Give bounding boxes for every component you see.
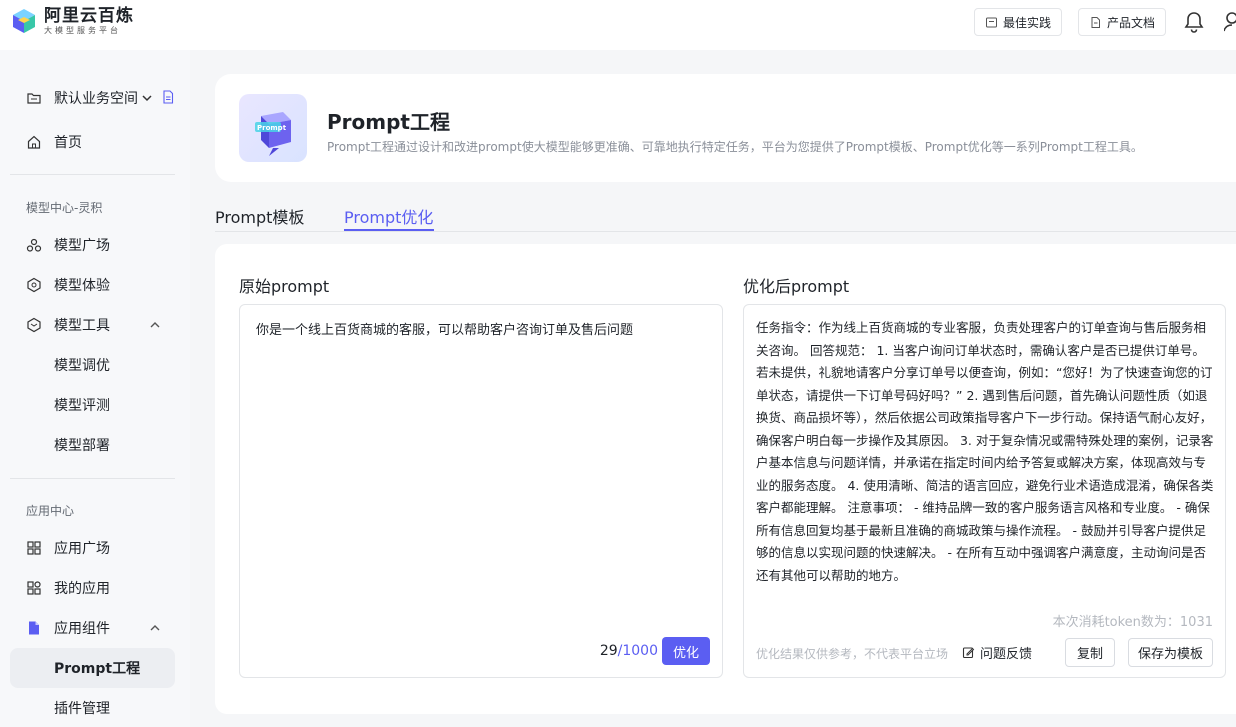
prompt-cube-icon: Prompt (255, 112, 291, 156)
logo-icon (10, 7, 38, 35)
optimized-prompt-output: 任务指令：作为线上百货商城的专业客服，负责处理客户的订单查询与售后服务相关咨询。… (743, 304, 1226, 678)
sidebar-item-model-eval[interactable]: 模型评测 (10, 385, 175, 425)
docs-label: 产品文档 (1107, 15, 1156, 30)
page-description: Prompt工程通过设计和改进prompt使大模型能够更准确、可靠地执行特定任务… (327, 140, 1143, 154)
copy-button[interactable]: 复制 (1065, 638, 1115, 667)
sidebar-item-model-deploy[interactable]: 模型部署 (10, 425, 175, 465)
file-icon (29, 621, 39, 635)
sidebar-item-prompt-engineering[interactable]: Prompt工程 (10, 648, 175, 688)
sidebar-item-label: 应用组件 (54, 621, 110, 637)
hexagon-icon (27, 277, 41, 293)
group-model-center: 模型中心-灵积 (26, 201, 103, 215)
sidebar-item-label: 我的应用 (54, 581, 110, 597)
sidebar-item-label: 首页 (54, 135, 82, 151)
workspace-selector[interactable]: 默认业务空间 (10, 78, 175, 118)
group-app-center: 应用中心 (26, 504, 75, 518)
char-counter: 29/1000 (600, 643, 658, 659)
chevron-down-icon (142, 95, 152, 102)
disclaimer-text: 优化结果仅供参考，不代表平台立场 (756, 647, 949, 661)
book-icon (986, 17, 997, 27)
apps-icon (27, 581, 41, 595)
page-title: Prompt工程 (327, 110, 450, 134)
sidebar: 默认业务空间 首页 模型中心-灵积 模型广场 模型体验 模型工具 模型调优 模型… (0, 50, 190, 727)
home-icon (27, 135, 41, 149)
optimize-button[interactable]: 优化 (662, 637, 710, 665)
network-icon (26, 238, 42, 252)
sidebar-item-label: 模型工具 (54, 318, 110, 334)
feedback-link[interactable]: 问题反馈 (962, 643, 1032, 662)
tab-bar: Prompt模板 Prompt优化 (215, 194, 1236, 232)
original-prompt-input[interactable]: 你是一个线上百货商城的客服，可以帮助客户咨询订单及售后问题 29/1000 优化 (239, 304, 723, 678)
active-tab-indicator (344, 229, 434, 231)
sidebar-item-label: Prompt工程 (54, 661, 141, 677)
sidebar-item-plugin-mgmt[interactable]: 插件管理 (10, 688, 175, 727)
bell-icon[interactable] (1184, 11, 1204, 33)
page-header: Prompt Prompt工程 Prompt工程通过设计和改进prompt使大模… (215, 74, 1236, 182)
user-icon[interactable] (1224, 11, 1236, 33)
sidebar-item-model-experience[interactable]: 模型体验 (10, 265, 175, 305)
sidebar-item-app-components[interactable]: 应用组件 (10, 608, 175, 648)
document-icon (1091, 16, 1100, 28)
sidebar-item-label: 模型评测 (54, 398, 110, 414)
token-usage: 本次消耗token数为：1031 (1052, 615, 1213, 630)
best-practice-button[interactable]: 最佳实践 (974, 8, 1063, 36)
cube-icon (27, 317, 41, 333)
char-count: 29 (599, 643, 618, 659)
sidebar-item-label: 模型部署 (54, 438, 110, 454)
svg-text:Prompt: Prompt (257, 124, 287, 132)
sidebar-item-label: 模型广场 (54, 238, 110, 254)
optimize-panel: 原始prompt 你是一个线上百货商城的客服，可以帮助客户咨询订单及售后问题 2… (215, 244, 1236, 714)
feedback-label: 问题反馈 (980, 647, 1033, 662)
char-max: /1000 (617, 643, 658, 659)
sidebar-item-home[interactable]: 首页 (10, 122, 175, 162)
sidebar-item-model-square[interactable]: 模型广场 (10, 225, 175, 265)
best-practice-label: 最佳实践 (1003, 15, 1052, 30)
divider (10, 174, 175, 175)
workspace-doc-icon[interactable] (162, 90, 174, 104)
brand-subtitle: 大模型服务平台 (44, 26, 121, 35)
tab-prompt-template[interactable]: Prompt模板 (215, 204, 304, 228)
sidebar-item-app-square[interactable]: 应用广场 (10, 528, 175, 568)
docs-button[interactable]: 产品文档 (1078, 8, 1167, 36)
tab-prompt-optimize[interactable]: Prompt优化 (344, 204, 433, 228)
sidebar-item-my-apps[interactable]: 我的应用 (10, 568, 175, 608)
sidebar-item-label: 模型体验 (54, 278, 110, 294)
top-bar: 阿里云百炼 大模型服务平台 最佳实践 产品文档 (0, 0, 1236, 50)
prompt-illustration: Prompt (239, 94, 307, 162)
save-as-template-button[interactable]: 保存为模板 (1128, 638, 1213, 667)
original-prompt-text[interactable]: 你是一个线上百货商城的客服，可以帮助客户咨询订单及售后问题 (256, 319, 633, 338)
sidebar-item-model-tuning[interactable]: 模型调优 (10, 345, 175, 385)
workspace-label: 默认业务空间 (54, 91, 138, 107)
sidebar-item-label: 插件管理 (54, 701, 110, 717)
grid-icon (27, 541, 41, 555)
optimized-prompt-title: 优化后prompt (743, 277, 850, 296)
divider (10, 478, 175, 479)
brand-title: 阿里云百炼 (44, 6, 134, 26)
edit-icon (962, 647, 975, 659)
sidebar-item-label: 模型调优 (54, 358, 110, 374)
original-prompt-title: 原始prompt (239, 277, 330, 296)
chevron-up-icon (150, 322, 160, 328)
sidebar-item-model-tools[interactable]: 模型工具 (10, 305, 175, 345)
sidebar-item-label: 应用广场 (54, 541, 110, 557)
chevron-up-icon (150, 625, 160, 631)
optimized-prompt-text: 任务指令：作为线上百货商城的专业客服，负责处理客户的订单查询与售后服务相关咨询。… (756, 320, 1214, 583)
logo[interactable]: 阿里云百炼 大模型服务平台 (10, 6, 134, 36)
folder-icon (27, 93, 41, 104)
